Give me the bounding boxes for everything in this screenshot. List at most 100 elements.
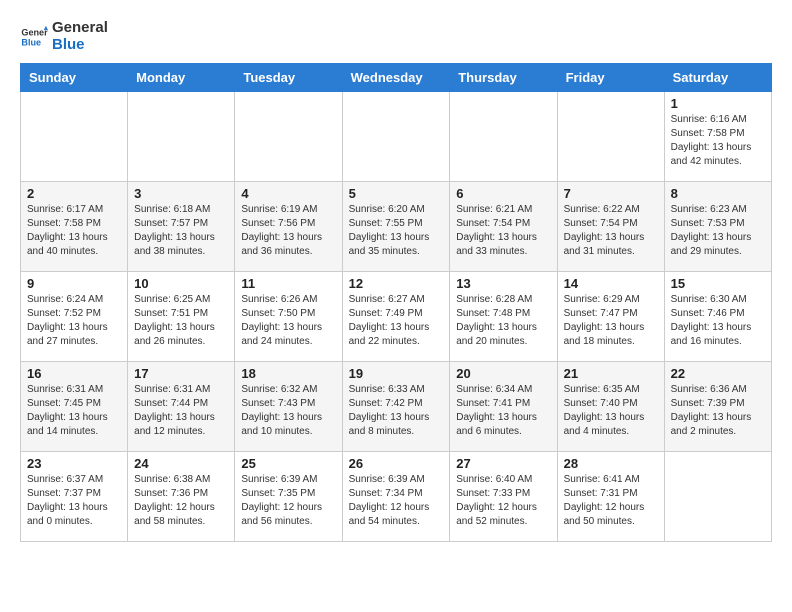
calendar-day-cell: 11 Sunrise: 6:26 AM Sunset: 7:50 PM Dayli… — [235, 272, 342, 362]
calendar-day-cell: 16 Sunrise: 6:31 AM Sunset: 7:45 PM Dayli… — [21, 362, 128, 452]
day-number: 4 — [241, 186, 335, 201]
svg-text:Blue: Blue — [21, 37, 41, 47]
day-info: Sunrise: 6:27 AM Sunset: 7:49 PM Dayligh… — [349, 293, 444, 349]
day-number: 15 — [671, 276, 765, 291]
calendar-day-cell: 17 Sunrise: 6:31 AM Sunset: 7:44 PM Dayli… — [128, 362, 235, 452]
calendar-day-cell: 9 Sunrise: 6:24 AM Sunset: 7:52 PM Daylig… — [21, 272, 128, 362]
calendar-day-cell: 14 Sunrise: 6:29 AM Sunset: 7:47 PM Dayli… — [557, 272, 664, 362]
day-info: Sunrise: 6:36 AM Sunset: 7:39 PM Dayligh… — [671, 383, 765, 439]
calendar-day-cell: 7 Sunrise: 6:22 AM Sunset: 7:54 PM Daylig… — [557, 182, 664, 272]
calendar-week-row: 23Sunrise: 6:37 AM Sunset: 7:37 PM Dayli… — [21, 452, 772, 542]
day-info: Sunrise: 6:26 AM Sunset: 7:50 PM Dayligh… — [241, 293, 335, 349]
day-info: Sunrise: 6:39 AM Sunset: 7:34 PM Dayligh… — [349, 473, 444, 529]
logo: General Blue General Blue — [20, 20, 108, 53]
calendar-day-cell: 13 Sunrise: 6:28 AM Sunset: 7:48 PM Dayli… — [450, 272, 557, 362]
day-info: Sunrise: 6:23 AM Sunset: 7:53 PM Dayligh… — [671, 203, 765, 259]
day-info: Sunrise: 6:39 AM Sunset: 7:35 PM Dayligh… — [241, 473, 335, 529]
calendar-day-cell — [235, 92, 342, 182]
calendar-day-cell — [450, 92, 557, 182]
calendar-day-cell: 19 Sunrise: 6:33 AM Sunset: 7:42 PM Dayli… — [342, 362, 450, 452]
day-number: 9 — [27, 276, 121, 291]
calendar-table: SundayMondayTuesdayWednesdayThursdayFrid… — [20, 63, 772, 542]
calendar-day-cell: 2 Sunrise: 6:17 AM Sunset: 7:58 PM Daylig… — [21, 182, 128, 272]
day-number: 14 — [564, 276, 658, 291]
weekday-header-row: SundayMondayTuesdayWednesdayThursdayFrid… — [21, 64, 772, 92]
calendar-day-cell: 28Sunrise: 6:41 AM Sunset: 7:31 PM Dayli… — [557, 452, 664, 542]
calendar-day-cell: 24 Sunrise: 6:38 AM Sunset: 7:36 PM Dayli… — [128, 452, 235, 542]
logo-blue-text: Blue — [52, 37, 108, 54]
day-number: 2 — [27, 186, 121, 201]
calendar-day-cell: 8 Sunrise: 6:23 AM Sunset: 7:53 PM Daylig… — [664, 182, 771, 272]
day-number: 8 — [671, 186, 765, 201]
day-info: Sunrise: 6:16 AM Sunset: 7:58 PM Dayligh… — [671, 113, 765, 169]
weekday-header-cell: Thursday — [450, 64, 557, 92]
logo-general-text: General — [52, 20, 108, 37]
calendar-day-cell: 6 Sunrise: 6:21 AM Sunset: 7:54 PM Daylig… — [450, 182, 557, 272]
day-number: 24 — [134, 456, 228, 471]
calendar-week-row: 1 Sunrise: 6:16 AM Sunset: 7:58 PM Daylig… — [21, 92, 772, 182]
weekday-header-cell: Tuesday — [235, 64, 342, 92]
day-number: 11 — [241, 276, 335, 291]
day-info: Sunrise: 6:31 AM Sunset: 7:44 PM Dayligh… — [134, 383, 228, 439]
weekday-header-cell: Saturday — [664, 64, 771, 92]
day-info: Sunrise: 6:31 AM Sunset: 7:45 PM Dayligh… — [27, 383, 121, 439]
calendar-day-cell — [21, 92, 128, 182]
calendar-day-cell: 21 Sunrise: 6:35 AM Sunset: 7:40 PM Dayli… — [557, 362, 664, 452]
day-number: 17 — [134, 366, 228, 381]
day-info: Sunrise: 6:30 AM Sunset: 7:46 PM Dayligh… — [671, 293, 765, 349]
day-number: 10 — [134, 276, 228, 291]
calendar-day-cell: 10Sunrise: 6:25 AM Sunset: 7:51 PM Dayli… — [128, 272, 235, 362]
calendar-day-cell: 12 Sunrise: 6:27 AM Sunset: 7:49 PM Dayli… — [342, 272, 450, 362]
day-number: 16 — [27, 366, 121, 381]
day-info: Sunrise: 6:22 AM Sunset: 7:54 PM Dayligh… — [564, 203, 658, 259]
calendar-day-cell — [664, 452, 771, 542]
day-info: Sunrise: 6:28 AM Sunset: 7:48 PM Dayligh… — [456, 293, 550, 349]
day-number: 7 — [564, 186, 658, 201]
day-info: Sunrise: 6:37 AM Sunset: 7:37 PM Dayligh… — [27, 473, 121, 529]
calendar-day-cell: 18Sunrise: 6:32 AM Sunset: 7:43 PM Dayli… — [235, 362, 342, 452]
day-number: 19 — [349, 366, 444, 381]
calendar-day-cell: 23Sunrise: 6:37 AM Sunset: 7:37 PM Dayli… — [21, 452, 128, 542]
day-number: 21 — [564, 366, 658, 381]
day-number: 25 — [241, 456, 335, 471]
calendar-day-cell: 20Sunrise: 6:34 AM Sunset: 7:41 PM Dayli… — [450, 362, 557, 452]
day-number: 26 — [349, 456, 444, 471]
day-number: 28 — [564, 456, 658, 471]
calendar-day-cell: 15 Sunrise: 6:30 AM Sunset: 7:46 PM Dayli… — [664, 272, 771, 362]
calendar-day-cell: 26 Sunrise: 6:39 AM Sunset: 7:34 PM Dayli… — [342, 452, 450, 542]
day-number: 3 — [134, 186, 228, 201]
weekday-header-cell: Monday — [128, 64, 235, 92]
calendar-day-cell: 1 Sunrise: 6:16 AM Sunset: 7:58 PM Daylig… — [664, 92, 771, 182]
calendar-week-row: 2 Sunrise: 6:17 AM Sunset: 7:58 PM Daylig… — [21, 182, 772, 272]
logo-icon: General Blue — [20, 23, 48, 51]
day-number: 12 — [349, 276, 444, 291]
calendar-day-cell — [557, 92, 664, 182]
day-info: Sunrise: 6:18 AM Sunset: 7:57 PM Dayligh… — [134, 203, 228, 259]
day-info: Sunrise: 6:33 AM Sunset: 7:42 PM Dayligh… — [349, 383, 444, 439]
day-info: Sunrise: 6:24 AM Sunset: 7:52 PM Dayligh… — [27, 293, 121, 349]
day-info: Sunrise: 6:20 AM Sunset: 7:55 PM Dayligh… — [349, 203, 444, 259]
day-number: 1 — [671, 96, 765, 111]
day-number: 27 — [456, 456, 550, 471]
day-info: Sunrise: 6:32 AM Sunset: 7:43 PM Dayligh… — [241, 383, 335, 439]
weekday-header-cell: Wednesday — [342, 64, 450, 92]
weekday-header-cell: Sunday — [21, 64, 128, 92]
day-info: Sunrise: 6:40 AM Sunset: 7:33 PM Dayligh… — [456, 473, 550, 529]
day-number: 6 — [456, 186, 550, 201]
calendar-day-cell: 4Sunrise: 6:19 AM Sunset: 7:56 PM Daylig… — [235, 182, 342, 272]
day-info: Sunrise: 6:34 AM Sunset: 7:41 PM Dayligh… — [456, 383, 550, 439]
day-number: 22 — [671, 366, 765, 381]
weekday-header-cell: Friday — [557, 64, 664, 92]
day-info: Sunrise: 6:35 AM Sunset: 7:40 PM Dayligh… — [564, 383, 658, 439]
calendar-day-cell: 27 Sunrise: 6:40 AM Sunset: 7:33 PM Dayli… — [450, 452, 557, 542]
day-info: Sunrise: 6:38 AM Sunset: 7:36 PM Dayligh… — [134, 473, 228, 529]
day-info: Sunrise: 6:21 AM Sunset: 7:54 PM Dayligh… — [456, 203, 550, 259]
calendar-day-cell — [342, 92, 450, 182]
day-info: Sunrise: 6:29 AM Sunset: 7:47 PM Dayligh… — [564, 293, 658, 349]
day-info: Sunrise: 6:17 AM Sunset: 7:58 PM Dayligh… — [27, 203, 121, 259]
page-header: General Blue General Blue — [20, 20, 772, 53]
calendar-week-row: 9 Sunrise: 6:24 AM Sunset: 7:52 PM Daylig… — [21, 272, 772, 362]
calendar-day-cell: 22 Sunrise: 6:36 AM Sunset: 7:39 PM Dayli… — [664, 362, 771, 452]
calendar-day-cell: 25 Sunrise: 6:39 AM Sunset: 7:35 PM Dayli… — [235, 452, 342, 542]
day-number: 13 — [456, 276, 550, 291]
